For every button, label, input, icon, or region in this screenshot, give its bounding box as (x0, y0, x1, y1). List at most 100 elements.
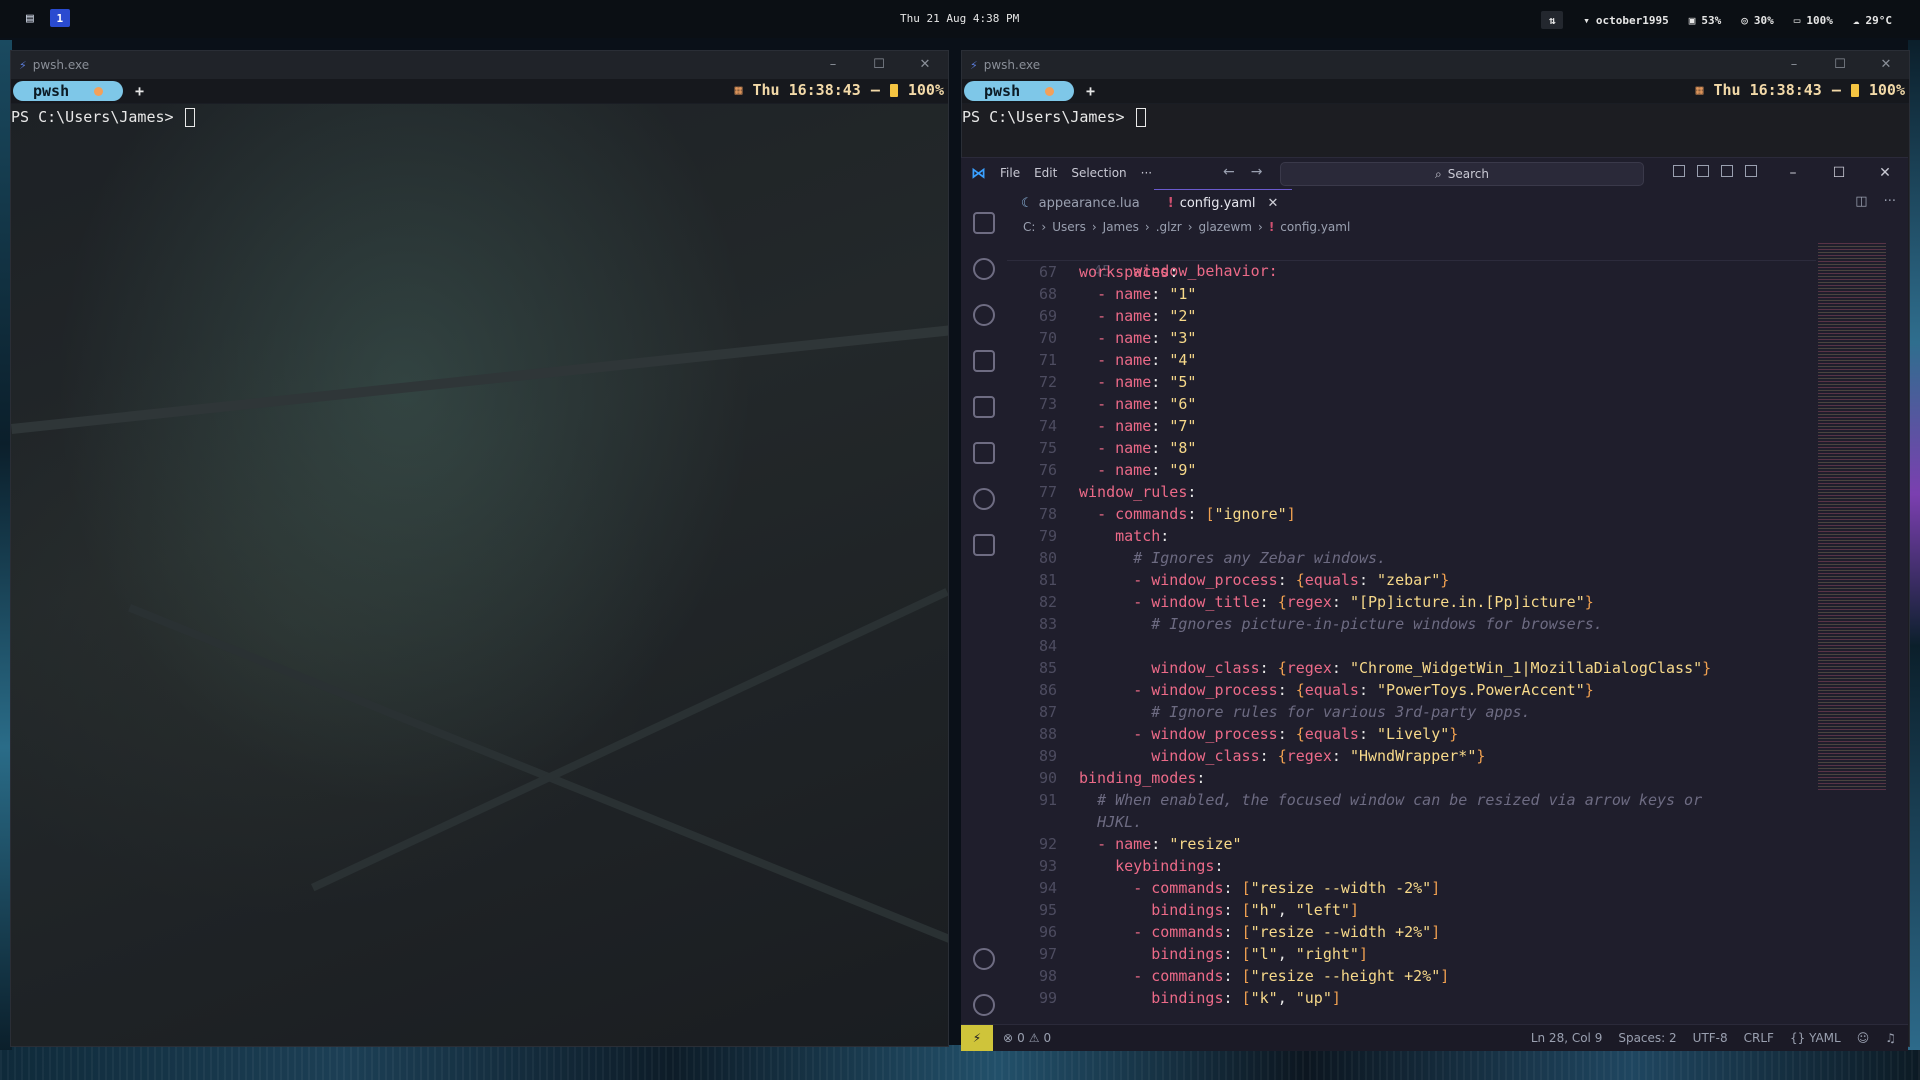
start-menu-icon[interactable]: ▤ (26, 11, 34, 26)
remote-explorer-icon[interactable] (973, 442, 995, 464)
encoding[interactable]: UTF-8 (1693, 1031, 1728, 1045)
menu-selection[interactable]: Selection (1071, 166, 1126, 180)
notebook-icon[interactable] (973, 534, 995, 556)
code-line[interactable]: 87 # Ignore rules for various 3rd-party … (1007, 701, 1816, 723)
new-tab-button[interactable]: + (135, 82, 144, 100)
breadcrumb-item[interactable]: glazewm (1199, 220, 1253, 234)
back-arrow-icon[interactable]: ← (1223, 164, 1235, 180)
explorer-icon[interactable] (973, 212, 995, 234)
maximize-button[interactable]: ☐ (1816, 158, 1862, 188)
cursor-position[interactable]: Ln 28, Col 9 (1531, 1031, 1603, 1045)
menu-file[interactable]: File (1000, 166, 1020, 180)
code-line[interactable]: 85 window_class: {regex: "Chrome_WidgetW… (1007, 657, 1816, 679)
code-line[interactable]: 73 - name: "6" (1007, 393, 1816, 415)
code-line[interactable]: 84 (1007, 635, 1816, 657)
code-line[interactable]: 72 - name: "5" (1007, 371, 1816, 393)
notifications-bell-icon[interactable]: ♫ (1885, 1031, 1896, 1045)
source-control-icon[interactable] (973, 304, 995, 326)
code-line[interactable]: 77 window_rules: (1007, 481, 1816, 503)
toggle-sidebar-icon[interactable] (1697, 165, 1709, 177)
terminal-titlebar[interactable]: ⚡ pwsh.exe – ☐ ✕ (962, 51, 1909, 79)
menu-edit[interactable]: Edit (1034, 166, 1057, 180)
code-line[interactable]: 74 - name: "7" (1007, 415, 1816, 437)
code-line[interactable]: 69 - name: "2" (1007, 305, 1816, 327)
code-line[interactable]: 83 # Ignores picture-in-picture windows … (1007, 613, 1816, 635)
tray-expand-icon[interactable]: ⇅ (1541, 11, 1564, 29)
breadcrumb-item[interactable]: James (1103, 220, 1139, 234)
terminal-window-left[interactable]: ⚡ pwsh.exe – ☐ ✕ pwsh + ▦ Thu 16:38:43 —… (10, 50, 949, 1047)
breadcrumb-item[interactable]: config.yaml (1280, 220, 1350, 234)
code-line[interactable]: 99 bindings: ["k", "up"] (1007, 987, 1816, 1009)
breadcrumb-item[interactable]: C: (1023, 220, 1035, 234)
split-editor-icon[interactable]: ◫ (1855, 194, 1867, 209)
code-line[interactable]: 98 - commands: ["resize --height +2%"] (1007, 965, 1816, 987)
code-line[interactable]: 94 - commands: ["resize --width -2%"] (1007, 877, 1816, 899)
close-button[interactable]: ✕ (902, 51, 948, 79)
minimap[interactable] (1818, 243, 1886, 791)
code-line[interactable]: 79 match: (1007, 525, 1816, 547)
code-line[interactable]: 67 workspaces: (1007, 261, 1816, 283)
maximize-button[interactable]: ☐ (856, 51, 902, 79)
code-line[interactable]: 82 - window_title: {regex: "[Pp]icture.i… (1007, 591, 1816, 613)
gear-icon[interactable] (973, 994, 995, 1016)
terminal-titlebar[interactable]: ⚡ pwsh.exe – ☐ ✕ (11, 51, 948, 79)
vscode-window[interactable]: ⋈ File Edit Selection ··· ← → ⌕ Search –… (961, 157, 1908, 1051)
code-line[interactable]: 89 window_class: {regex: "HwndWrapper*"} (1007, 745, 1816, 767)
remote-indicator-icon[interactable]: ⚡ (961, 1025, 993, 1051)
tab-pwsh[interactable]: pwsh (964, 81, 1074, 101)
customize-layout-icon[interactable] (1673, 165, 1685, 177)
toggle-secondary-sidebar-icon[interactable] (1745, 165, 1757, 177)
tab-config-yaml[interactable]: ! config.yaml ✕ (1153, 189, 1293, 216)
breadcrumb-item[interactable]: Users (1052, 220, 1086, 234)
minimize-button[interactable]: – (1770, 158, 1816, 188)
indentation[interactable]: Spaces: 2 (1618, 1031, 1676, 1045)
close-button[interactable]: ✕ (1863, 51, 1909, 79)
breadcrumb-item[interactable]: .glzr (1156, 220, 1182, 234)
code-line[interactable]: 80 # Ignores any Zebar windows. (1007, 547, 1816, 569)
extensions-icon[interactable] (973, 396, 995, 418)
code-line[interactable]: HJKL. (1007, 811, 1816, 833)
account-icon[interactable] (973, 948, 995, 970)
vscode-titlebar[interactable]: ⋈ File Edit Selection ··· ← → ⌕ Search –… (961, 158, 1908, 188)
code-line[interactable]: 92 - name: "resize" (1007, 833, 1816, 855)
code-line[interactable]: 88 - window_process: {equals: "Lively"} (1007, 723, 1816, 745)
language-mode[interactable]: {} YAML (1790, 1031, 1841, 1045)
copilot-icon[interactable] (973, 488, 995, 510)
minimize-button[interactable]: – (1771, 51, 1817, 79)
new-tab-button[interactable]: + (1086, 82, 1095, 100)
line-ending[interactable]: CRLF (1744, 1031, 1774, 1045)
code-line[interactable]: 96 - commands: ["resize --width +2%"] (1007, 921, 1816, 943)
code-line[interactable]: 97 bindings: ["l", "right"] (1007, 943, 1816, 965)
problems-indicator[interactable]: ⊗ 0 ⚠ 0 (1003, 1031, 1051, 1045)
code-line[interactable]: 95 bindings: ["h", "left"] (1007, 899, 1816, 921)
toggle-panel-icon[interactable] (1721, 165, 1733, 177)
code-line[interactable]: 75 - name: "8" (1007, 437, 1816, 459)
close-button[interactable]: ✕ (1862, 158, 1908, 188)
workspace-1-button[interactable]: 1 (49, 9, 70, 27)
minimize-button[interactable]: – (810, 51, 856, 79)
code-line[interactable]: 76 - name: "9" (1007, 459, 1816, 481)
code-editor[interactable]: 45 window_behavior: 67 workspaces: 68 - nam… (1007, 238, 1816, 1025)
run-debug-icon[interactable] (973, 350, 995, 372)
menu-more[interactable]: ··· (1141, 166, 1152, 180)
code-line[interactable]: 90 binding_modes: (1007, 767, 1816, 789)
forward-arrow-icon[interactable]: → (1251, 164, 1263, 180)
code-line[interactable]: 91 # When enabled, the focused window ca… (1007, 789, 1816, 811)
maximize-button[interactable]: ☐ (1817, 51, 1863, 79)
sticky-scroll-line[interactable]: 45 window_behavior: (1007, 238, 1816, 280)
code-line[interactable]: 70 - name: "3" (1007, 327, 1816, 349)
more-actions-icon[interactable]: ··· (1884, 194, 1896, 209)
close-tab-icon[interactable]: ✕ (1268, 196, 1279, 211)
code-line[interactable]: 93 keybindings: (1007, 855, 1816, 877)
code-line[interactable]: 81 - window_process: {equals: "zebar"} (1007, 569, 1816, 591)
code-line[interactable]: 68 - name: "1" (1007, 283, 1816, 305)
code-line[interactable]: 78 - commands: ["ignore"] (1007, 503, 1816, 525)
tab-pwsh[interactable]: pwsh (13, 81, 123, 101)
code-line[interactable]: 86 - window_process: {equals: "PowerToys… (1007, 679, 1816, 701)
search-icon[interactable] (973, 258, 995, 280)
terminal-body[interactable]: PS C:\Users\James> (11, 104, 948, 1046)
tab-appearance-lua[interactable]: ☾ appearance.lua (1007, 190, 1154, 216)
copilot-status-icon[interactable]: ☺ (1857, 1031, 1870, 1045)
code-line[interactable]: 71 - name: "4" (1007, 349, 1816, 371)
command-search[interactable]: ⌕ Search (1280, 162, 1644, 186)
